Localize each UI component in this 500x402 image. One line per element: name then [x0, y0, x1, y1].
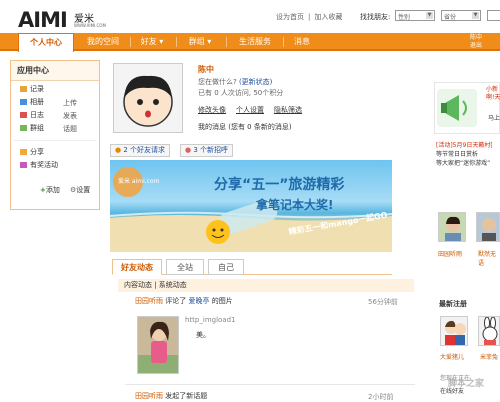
new-user-avatar[interactable]	[440, 316, 468, 346]
promo-banner[interactable]: 爱米 aimi.com 分享“五一”旅游精彩 拿笔记本大奖! 精彩五一和mang…	[110, 160, 392, 252]
tab-friend-feed[interactable]: 好友动态	[112, 259, 162, 275]
ad-line: 马上	[488, 115, 500, 122]
nav-username[interactable]: 陈中	[470, 34, 482, 42]
new-user-name[interactable]: 米菲兔	[480, 352, 498, 361]
nav-divider	[176, 37, 177, 47]
blog-icon	[20, 112, 27, 118]
record-icon	[20, 86, 27, 92]
friend-name[interactable]: 默然无语	[478, 249, 500, 267]
new-registration-title: 最新注册	[439, 300, 467, 308]
divider	[125, 384, 415, 385]
share-icon	[20, 149, 27, 155]
nav-divider	[226, 37, 227, 47]
app-album[interactable]: 相册	[20, 97, 44, 107]
gender-select[interactable]: 性别 ▼	[395, 10, 435, 21]
top-links: 设为首页 | 加入收藏	[276, 12, 346, 22]
app-center-title: 应用中心	[11, 61, 99, 81]
nav-messages[interactable]: 消息	[288, 33, 316, 51]
feed-target[interactable]: 爱晚亭	[188, 297, 209, 305]
divider: |	[308, 13, 311, 21]
feed-user[interactable]: 田园听雨	[135, 297, 163, 305]
find-friend-label: 找找朋友:	[360, 13, 391, 21]
topic-link[interactable]: 话题	[63, 124, 77, 134]
banner-headline: 分享“五一”旅游精彩	[214, 177, 345, 193]
group-icon	[20, 125, 27, 131]
divider	[14, 140, 96, 141]
greeting-icon: ●	[185, 146, 192, 154]
tab-self[interactable]: 自己	[208, 259, 244, 275]
profile-links: 修改头像 个人设置 隐私筛选	[198, 105, 312, 115]
girl-photo	[138, 317, 178, 373]
profile-name[interactable]: 陈中	[198, 64, 214, 75]
feed-photo[interactable]	[137, 316, 179, 374]
app-record[interactable]: 记录	[20, 84, 44, 94]
friend-photo	[482, 218, 496, 241]
nav-personal-center[interactable]: 个人中心	[18, 33, 74, 52]
status-line: 您在做什么? (更新状态)	[198, 78, 273, 86]
search-button[interactable]	[487, 10, 500, 21]
user-icon: ●	[115, 146, 122, 154]
friend-photo	[445, 216, 461, 241]
privacy-filter-link[interactable]: 隐私筛选	[274, 106, 302, 114]
banner-subheadline: 拿笔记本大奖!	[256, 198, 334, 212]
update-status-link[interactable]: (更新状态)	[239, 78, 272, 86]
bunny-icon	[482, 317, 498, 345]
banner-logo: 爱米 aimi.com	[118, 178, 160, 185]
friend-name[interactable]: 田园听雨	[438, 249, 462, 258]
album-icon	[20, 99, 27, 105]
visits-info: 已有 0 人次访问, 50个积分	[198, 89, 284, 97]
edit-avatar-link[interactable]: 修改头像	[198, 106, 226, 114]
set-homepage-link[interactable]: 设为首页	[276, 13, 304, 21]
feed-time: 56分钟前	[368, 298, 398, 306]
publish-link[interactable]: 发表	[63, 111, 77, 121]
feed-time: 2小时前	[368, 393, 394, 401]
image-caption: http_imgload1	[185, 316, 236, 324]
user-avatar[interactable]	[113, 63, 183, 133]
friend-requests-tab[interactable]: ● 2 个好友请求	[110, 144, 171, 157]
app-blog[interactable]: 日志	[20, 110, 44, 120]
nav-groups[interactable]: 群组 ▾	[182, 33, 218, 51]
app-group[interactable]: 群组	[20, 123, 44, 133]
feed-subbar[interactable]: 内容动态 | 系统动态	[118, 279, 414, 292]
nav-user-mini: 陈中 退出	[470, 34, 482, 50]
logo[interactable]: AIMI	[18, 8, 68, 32]
ad-title: 小新 啊!天	[486, 86, 500, 101]
new-user-avatar[interactable]	[478, 316, 500, 346]
upload-link[interactable]: 上传	[63, 98, 77, 108]
my-messages-link[interactable]: 我的消息 (您有 0 条新的消息)	[198, 122, 292, 132]
app-share[interactable]: 分享	[20, 147, 44, 157]
tab-whole-site[interactable]: 全站	[166, 259, 204, 275]
add-app-button[interactable]: +添加	[40, 185, 60, 195]
megaphone-icon	[437, 89, 477, 127]
friend-avatar[interactable]	[438, 212, 466, 242]
logout-link[interactable]: 退出	[470, 42, 482, 50]
settings-button[interactable]: ⚙设置	[70, 185, 90, 195]
nav-friends[interactable]: 好友 ▾	[134, 33, 170, 51]
cartoon-couple-icon	[445, 320, 466, 345]
nav-divider	[130, 37, 131, 47]
promo-text: 等节常日日赏析	[436, 151, 479, 158]
friend-avatar[interactable]	[476, 212, 500, 242]
new-user-name[interactable]: 大爱猪儿	[440, 352, 464, 361]
feed-user[interactable]: 田园听雨	[135, 392, 163, 400]
add-favorite-link[interactable]: 加入收藏	[314, 13, 342, 21]
feed-text: 美。	[196, 331, 210, 339]
province-select[interactable]: 省份 ▼	[441, 10, 481, 21]
feed-item: 田园听雨 评论了 爱晚亭 的图片	[135, 297, 233, 305]
watermark: 脚本之家	[448, 379, 485, 389]
nav-life-services[interactable]: 生活服务	[232, 33, 278, 51]
chevron-down-icon: ▼	[472, 12, 479, 19]
promo-text: 等大家把“迷你游戏”	[436, 160, 491, 167]
personal-settings-link[interactable]: 个人设置	[236, 106, 264, 114]
chevron-down-icon: ▼	[426, 12, 433, 19]
promo-text[interactable]: [活动]5月9日天籁村[	[436, 140, 493, 149]
nav-my-space[interactable]: 我的空间	[78, 33, 128, 51]
logo-url: WWW.AIMI.COM	[74, 23, 106, 28]
nav-divider	[283, 37, 284, 47]
prize-icon	[20, 162, 27, 168]
cartoon-face-icon	[123, 75, 173, 127]
app-prize-activity[interactable]: 有奖活动	[20, 160, 58, 170]
new-greetings-tab[interactable]: ● 3 个新招呼	[180, 144, 234, 157]
